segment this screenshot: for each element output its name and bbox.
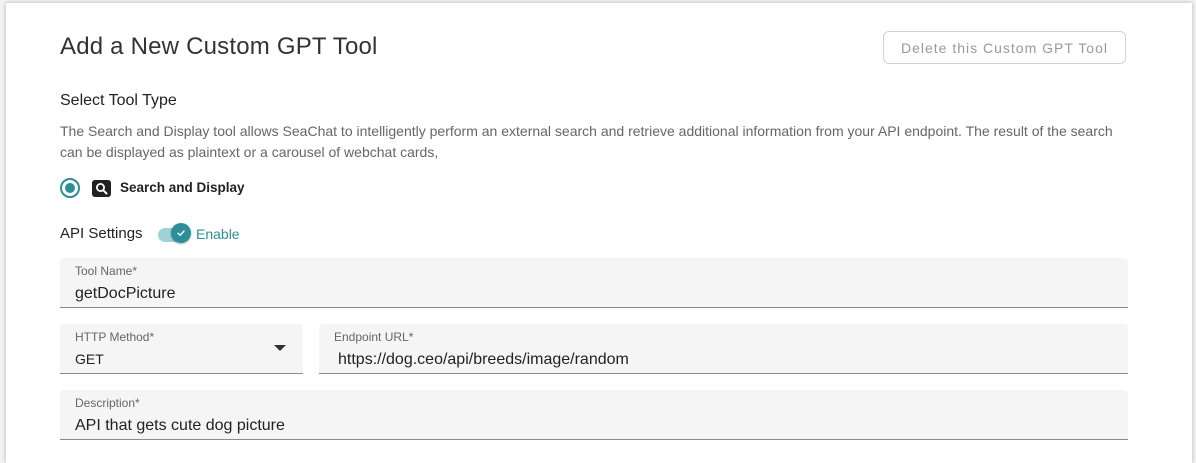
tool-type-description: The Search and Display tool allows SeaCh…: [60, 123, 1113, 160]
tool-editor-panel: Add a New Custom GPT Tool Delete this Cu…: [6, 3, 1192, 463]
tool-name-input[interactable]: getDocPicture: [75, 285, 176, 303]
page-title: Add a New Custom GPT Tool: [60, 33, 378, 60]
search-display-label[interactable]: Search and Display: [120, 180, 245, 195]
description-input[interactable]: API that gets cute dog picture: [75, 417, 285, 435]
description-label: Description*: [75, 396, 140, 410]
api-enable-label: Enable: [196, 226, 240, 242]
chevron-down-icon[interactable]: [274, 345, 286, 351]
api-enable-toggle[interactable]: [171, 223, 191, 243]
delete-tool-button[interactable]: Delete this Custom GPT Tool: [883, 31, 1126, 64]
tool-type-label: Select Tool Type: [60, 92, 177, 109]
search-icon: [92, 180, 111, 197]
search-display-radio[interactable]: [60, 178, 80, 198]
http-method-select[interactable]: HTTP Method* GET: [60, 324, 303, 374]
http-method-label: HTTP Method*: [75, 330, 155, 344]
tool-name-label: Tool Name*: [75, 264, 138, 278]
tool-name-field[interactable]: Tool Name* getDocPicture: [60, 258, 1128, 308]
api-settings-label: API Settings: [60, 225, 143, 242]
endpoint-url-input[interactable]: https://dog.ceo/api/breeds/image/random: [338, 351, 629, 369]
description-field[interactable]: Description* API that gets cute dog pict…: [60, 390, 1128, 440]
http-method-value[interactable]: GET: [75, 351, 104, 367]
endpoint-url-field[interactable]: Endpoint URL* https://dog.ceo/api/breeds…: [319, 324, 1128, 374]
check-icon: [177, 230, 185, 237]
endpoint-url-label: Endpoint URL*: [334, 330, 414, 344]
